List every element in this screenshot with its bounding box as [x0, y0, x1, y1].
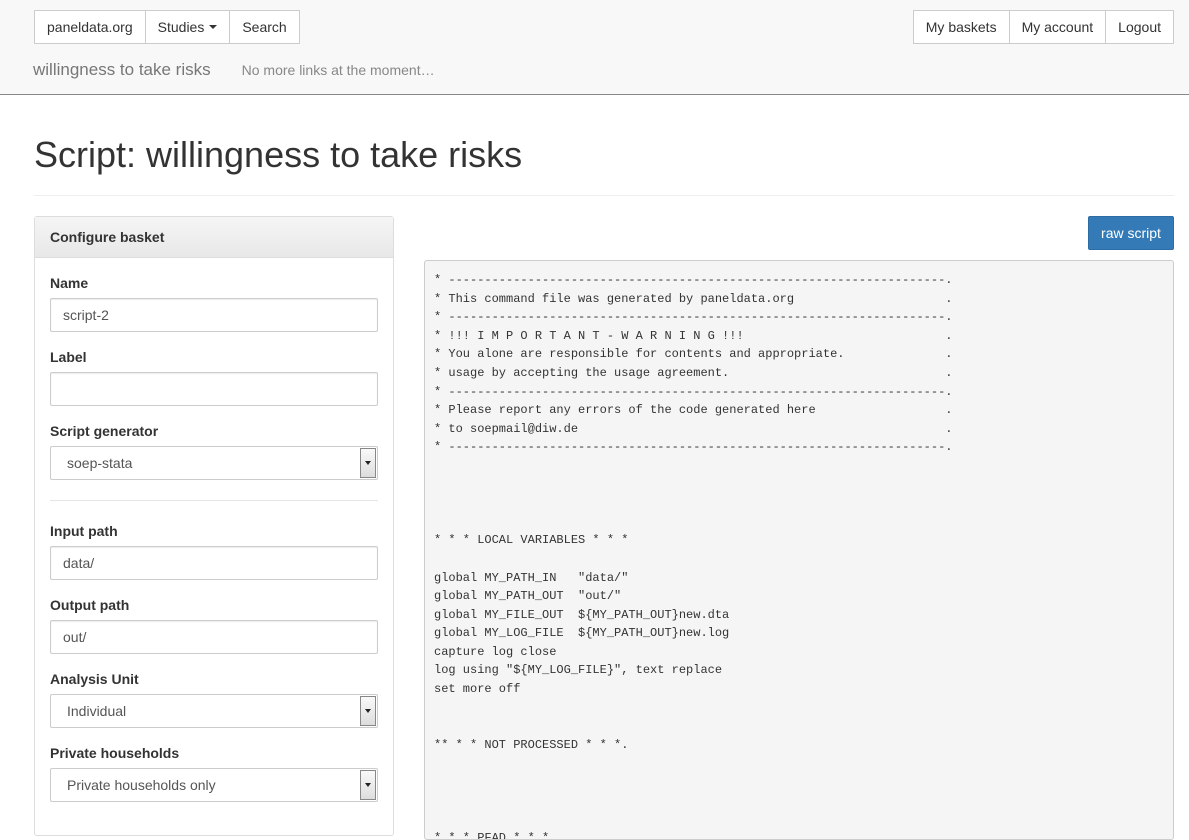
private-households-label: Private households	[50, 745, 180, 761]
script-generator-select[interactable]: soep-stata	[50, 446, 378, 480]
logout-link[interactable]: Logout	[1105, 10, 1174, 44]
input-path-label: Input path	[50, 523, 118, 539]
output-path-input[interactable]	[50, 620, 378, 654]
dropdown-arrow-icon[interactable]	[360, 696, 376, 726]
configure-basket-panel: Configure basket Name Label Script gener…	[34, 216, 394, 836]
private-households-select[interactable]: Private households only	[50, 768, 378, 802]
dropdown-arrow-icon[interactable]	[360, 770, 376, 800]
panel-divider	[50, 500, 378, 501]
analysis-unit-label: Analysis Unit	[50, 671, 139, 687]
analysis-unit-value: Individual	[67, 703, 127, 719]
analysis-unit-select[interactable]: Individual	[50, 694, 378, 728]
label-label: Label	[50, 349, 87, 365]
nav-left-group: paneldata.org Studies Search	[34, 10, 300, 44]
basket-title-link[interactable]: willingness to take risks	[33, 60, 211, 80]
output-path-label: Output path	[50, 597, 130, 613]
my-account-link[interactable]: My account	[1008, 10, 1107, 44]
script-code: * --------------------------------------…	[434, 273, 953, 840]
panel-heading: Configure basket	[35, 217, 393, 258]
my-baskets-link[interactable]: My baskets	[912, 10, 1010, 44]
brand-link[interactable]: paneldata.org	[34, 10, 146, 44]
top-navbar: paneldata.org Studies Search My baskets …	[0, 0, 1189, 95]
search-link[interactable]: Search	[229, 10, 300, 44]
raw-script-button[interactable]: raw script	[1088, 216, 1174, 250]
title-divider	[34, 195, 1174, 196]
page-title: Script: willingness to take risks	[34, 134, 523, 175]
name-label: Name	[50, 275, 89, 291]
caret-down-icon	[209, 25, 218, 29]
subnav: willingness to take risks No more links …	[33, 60, 435, 80]
private-households-value: Private households only	[67, 777, 216, 793]
script-generator-value: soep-stata	[67, 455, 133, 471]
script-code-box[interactable]: * --------------------------------------…	[424, 260, 1174, 840]
script-generator-label: Script generator	[50, 423, 159, 439]
input-path-input[interactable]	[50, 546, 378, 580]
studies-dropdown[interactable]: Studies	[144, 10, 231, 44]
name-input[interactable]	[50, 298, 378, 332]
subnav-note: No more links at the moment…	[241, 62, 435, 78]
dropdown-arrow-icon[interactable]	[360, 448, 376, 478]
label-input[interactable]	[50, 372, 378, 406]
studies-label: Studies	[157, 19, 205, 35]
nav-right-group: My baskets My account Logout	[912, 10, 1174, 44]
